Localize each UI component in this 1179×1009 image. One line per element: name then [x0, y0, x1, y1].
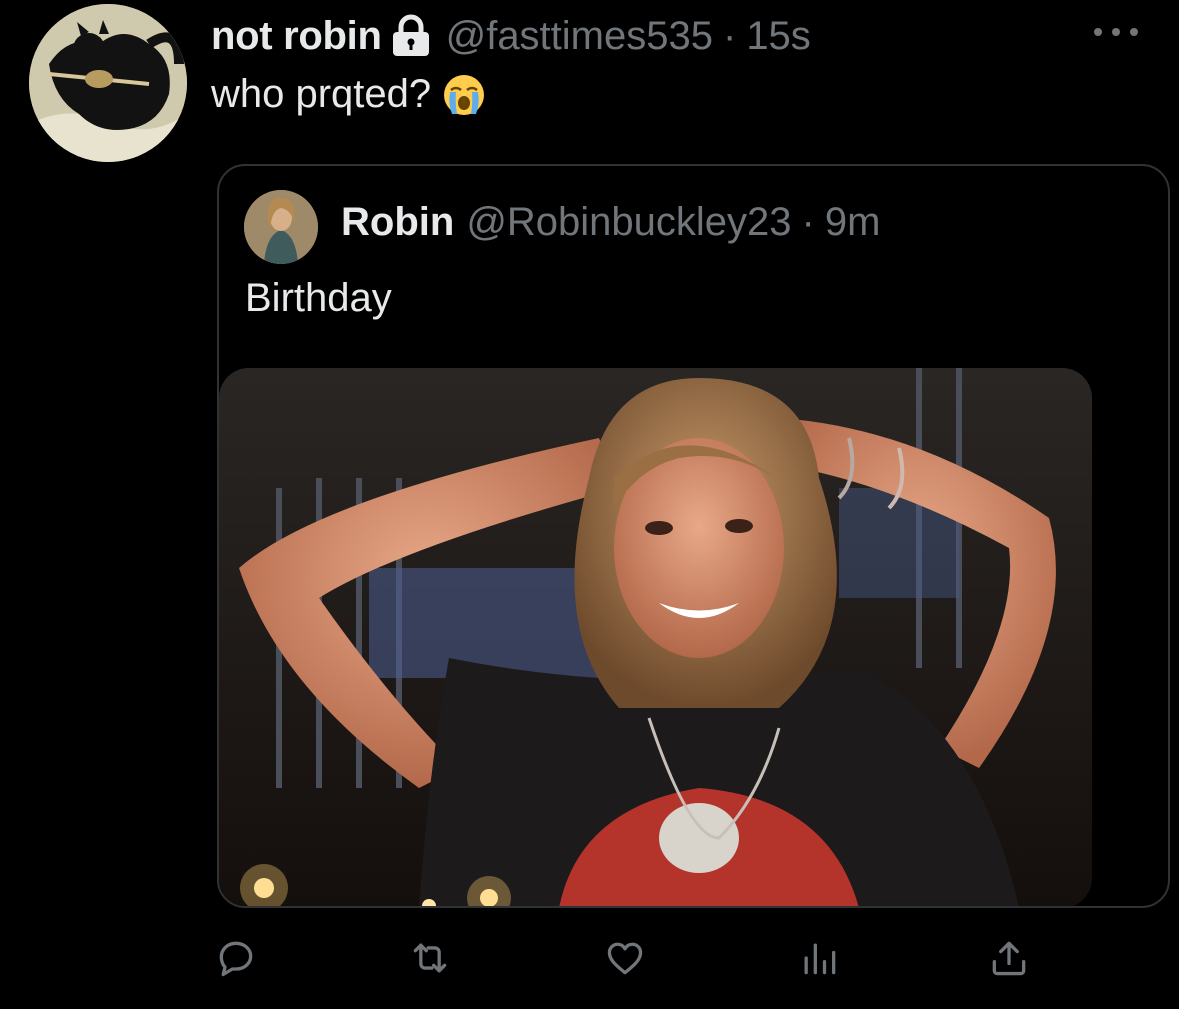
- analytics-icon: [804, 943, 836, 975]
- handle[interactable]: @fasttimes535: [446, 14, 713, 59]
- quoted-avatar[interactable]: [244, 190, 318, 264]
- quoted-text: Birthday: [245, 276, 392, 320]
- like-icon: [607, 942, 643, 975]
- lock-icon: [390, 14, 432, 58]
- quoted-display-name[interactable]: Robin: [341, 200, 454, 245]
- share-icon: [992, 941, 1026, 976]
- more-dot-icon: [1130, 28, 1138, 36]
- action-bar: [0, 930, 1179, 990]
- quoted-handle[interactable]: @Robinbuckley23: [466, 200, 791, 245]
- timestamp[interactable]: 15s: [746, 14, 811, 59]
- quoted-photo[interactable]: [219, 368, 1092, 906]
- avatar[interactable]: [29, 4, 187, 162]
- analytics-button[interactable]: [791, 930, 847, 986]
- loudly-crying-face-icon: [443, 74, 485, 116]
- more-options-button[interactable]: [1094, 20, 1138, 44]
- tweet-text: who prqted?: [211, 72, 485, 117]
- photo-image: [219, 368, 1092, 906]
- like-button[interactable]: [597, 930, 653, 986]
- more-dot-icon: [1112, 28, 1120, 36]
- reply-icon: [219, 941, 253, 977]
- reply-button[interactable]: [208, 930, 264, 986]
- quoted-separator-dot: ·: [801, 200, 815, 244]
- tweet-header: not robin @fasttimes535 · 15s: [211, 8, 811, 64]
- quoted-avatar-image: [244, 190, 318, 264]
- separator-dot: ·: [722, 13, 737, 58]
- quoted-timestamp[interactable]: 9m: [825, 200, 881, 245]
- avatar-image: [29, 4, 187, 162]
- quoted-tweet[interactable]: Robin @Robinbuckley23 · 9m Birthday: [217, 164, 1170, 908]
- display-name[interactable]: not robin: [211, 14, 382, 59]
- tweet-body: who prqted?: [211, 72, 432, 116]
- more-dot-icon: [1094, 28, 1102, 36]
- retweet-icon: [413, 943, 447, 973]
- retweet-button[interactable]: [402, 930, 458, 986]
- tweet[interactable]: not robin @fasttimes535 · 15s who prqted…: [0, 0, 1179, 1009]
- share-button[interactable]: [981, 930, 1037, 986]
- quoted-header: Robin @Robinbuckley23 · 9m: [341, 200, 880, 245]
